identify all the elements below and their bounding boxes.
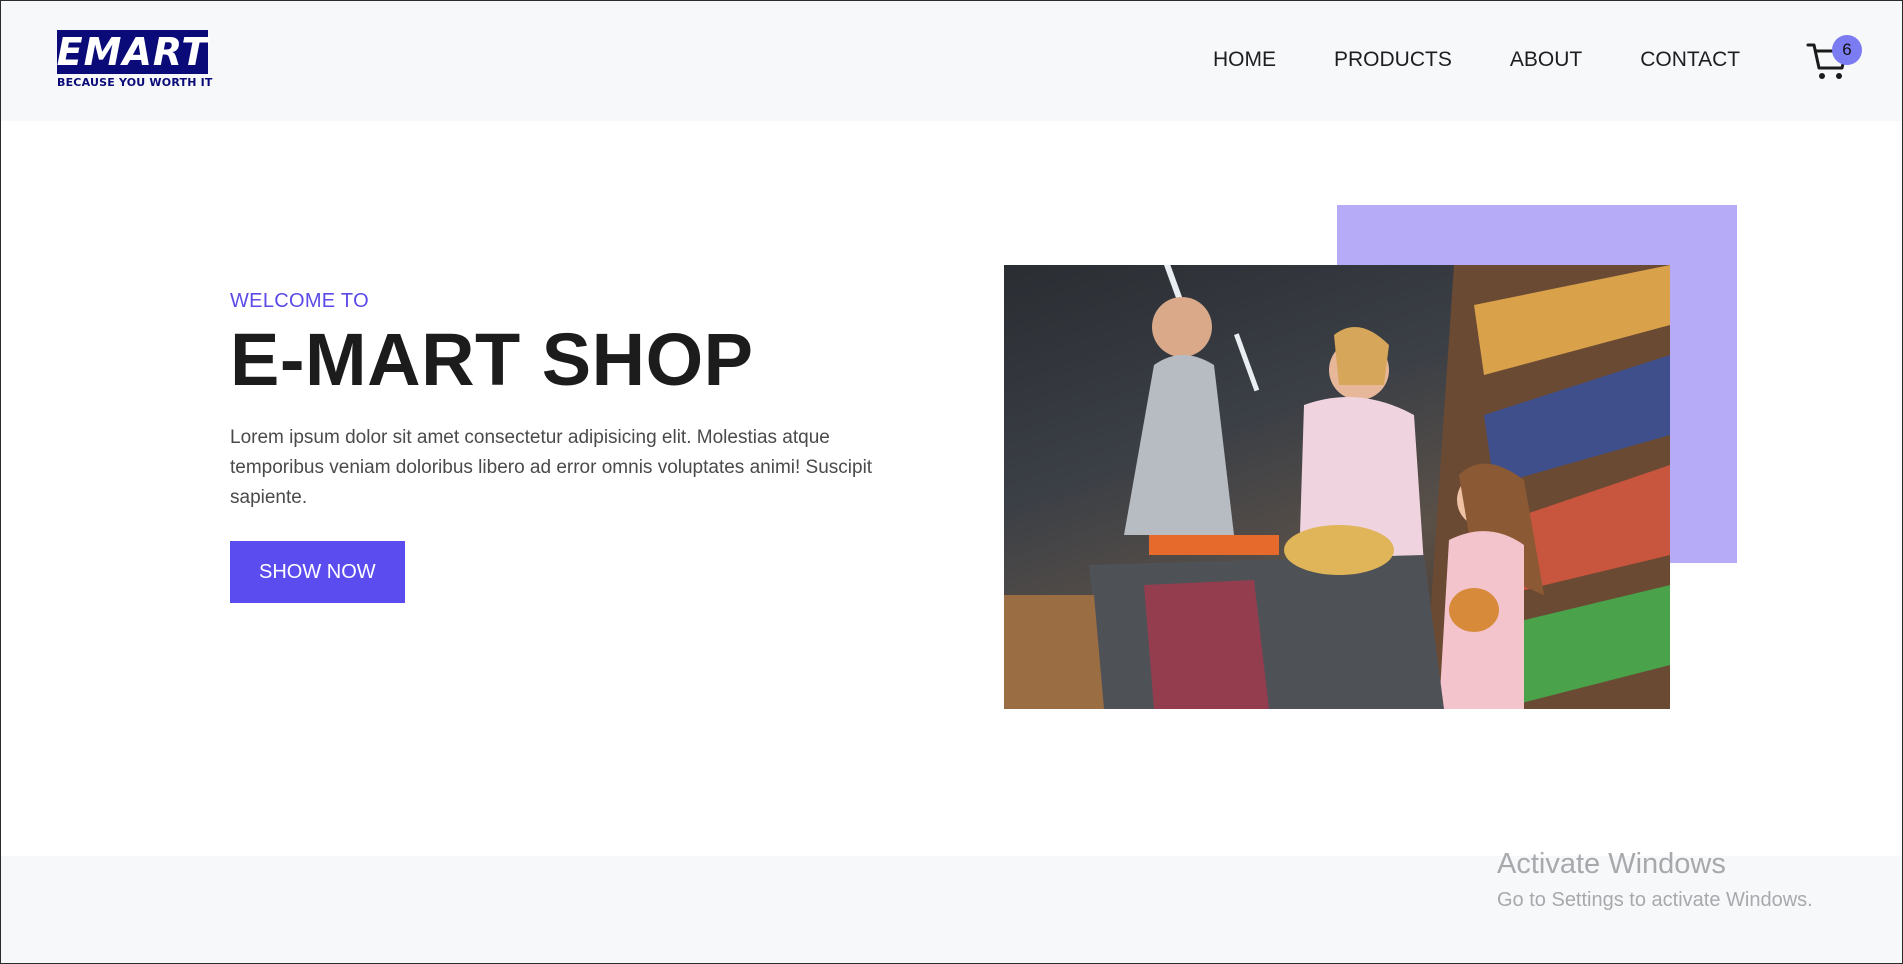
logo-tagline: BECAUSE YOU WORTH IT [57,76,213,89]
nav-about[interactable]: ABOUT [1510,48,1582,72]
hero-text: WELCOME TO E-MART SHOP Lorem ipsum dolor… [230,290,890,603]
cart-count-badge: 6 [1832,35,1862,65]
logo-text: EMART [56,30,209,74]
hero-description: Lorem ipsum dolor sit amet consectetur a… [230,427,873,508]
logo[interactable]: EMART BECAUSE YOU WORTH IT [57,30,213,92]
show-now-button[interactable]: SHOW NOW [230,541,405,603]
nav-home[interactable]: HOME [1213,48,1276,72]
nav-products[interactable]: PRODUCTS [1334,48,1452,72]
hero-eyebrow: WELCOME TO [230,290,369,312]
hero-image-illustration [1004,265,1670,709]
cart-button[interactable]: 6 [1806,35,1862,85]
windows-activation-watermark: Activate Windows Go to Settings to activ… [1497,848,1813,912]
site-header: EMART BECAUSE YOU WORTH IT HOME PRODUCTS… [1,1,1902,121]
activation-heading: Activate Windows [1497,848,1726,880]
hero-image [1004,265,1670,709]
nav-contact[interactable]: CONTACT [1640,48,1740,72]
activation-subtext: Go to Settings to activate Windows. [1497,889,1813,911]
logo-mark: EMART [57,30,208,74]
hero-title: E-MART SHOP [230,318,754,401]
main-nav: HOME PRODUCTS ABOUT CONTACT [1213,48,1798,72]
